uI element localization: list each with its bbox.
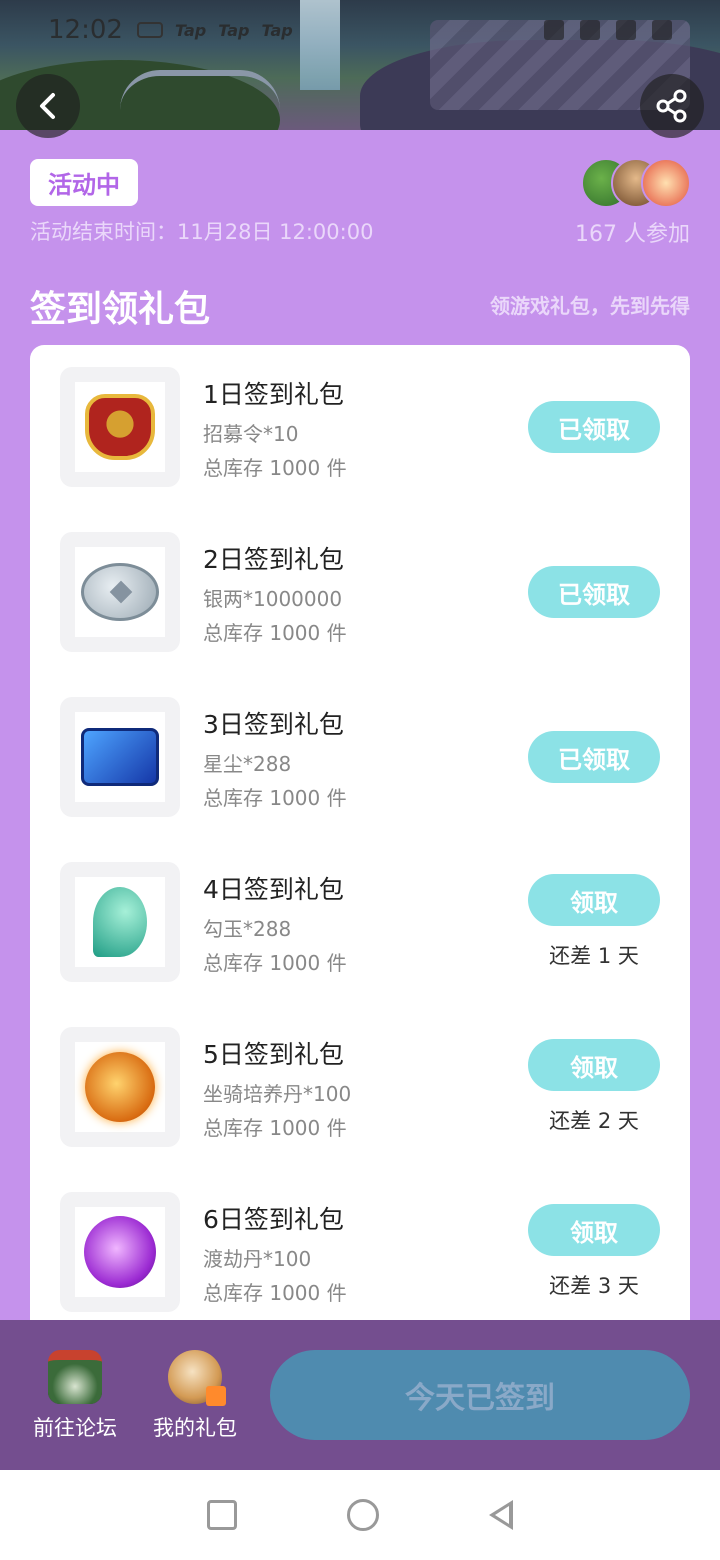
gift-list-card: 1日签到礼包 招募令*10 总库存 1000 件 已领取 2日签到礼包 银两*1… — [30, 345, 690, 1345]
forum-link[interactable]: 前往论坛 — [25, 1350, 125, 1442]
share-icon — [656, 89, 687, 123]
participant-avatars[interactable] — [581, 158, 691, 208]
gift-avatar-icon — [168, 1350, 226, 1406]
gift-item: 银两*1000000 — [203, 587, 343, 611]
section-subtitle: 领游戏礼包，先到先得 — [490, 294, 690, 318]
gift-thumbnail — [60, 367, 180, 487]
gift-title: 1日签到礼包 — [203, 380, 344, 409]
system-nav-bar — [0, 1470, 720, 1560]
gift-thumbnail — [60, 862, 180, 982]
claimed-button[interactable]: 已领取 — [528, 401, 660, 453]
my-gifts-label: 我的礼包 — [153, 1416, 237, 1440]
orb-icon — [85, 1052, 155, 1122]
gift-stock: 总库存 1000 件 — [203, 456, 347, 480]
gift-stock: 总库存 1000 件 — [203, 621, 347, 645]
claim-button[interactable]: 领取 — [528, 874, 660, 926]
gift-thumbnail — [60, 1192, 180, 1312]
wifi-icon — [616, 20, 636, 40]
gift-thumbnail — [60, 1027, 180, 1147]
avatar — [641, 158, 691, 208]
gamepad-icon — [136, 22, 163, 38]
jade-icon — [93, 887, 147, 957]
gift-thumbnail — [60, 532, 180, 652]
gift-item: 渡劫丹*100 — [203, 1247, 312, 1271]
gift-item: 星尘*288 — [203, 752, 292, 776]
days-remaining: 还差 1 天 — [549, 944, 639, 968]
share-button[interactable] — [640, 74, 704, 138]
signed-in-button[interactable]: 今天已签到 — [270, 1350, 690, 1440]
claim-button[interactable]: 领取 — [528, 1039, 660, 1091]
nav-back-icon[interactable] — [489, 1500, 513, 1530]
tap-notification: Tap — [174, 20, 207, 40]
gift-title: 6日签到礼包 — [203, 1205, 344, 1234]
bottom-action-bar: 前往论坛 我的礼包 今天已签到 — [0, 1320, 720, 1470]
status-bar: 12:02 Tap Tap Tap — [0, 0, 720, 60]
chest-icon — [81, 728, 159, 786]
gift-row: 6日签到礼包 渡劫丹*100 总库存 1000 件 领取 还差 3 天 — [30, 1170, 690, 1335]
participant-count: 167 人参加 — [575, 222, 690, 247]
banner-bridge — [120, 70, 280, 110]
section-title: 签到领礼包 — [30, 289, 211, 330]
end-time: 活动结束时间：11月28日 12:00:00 — [30, 220, 374, 244]
gift-item: 勾玉*288 — [203, 917, 292, 941]
gift-thumbnail — [60, 697, 180, 817]
my-gifts-link[interactable]: 我的礼包 — [145, 1350, 245, 1442]
gift-title: 5日签到礼包 — [203, 1040, 344, 1069]
purple-orb-icon — [84, 1216, 156, 1288]
recents-icon[interactable] — [207, 1500, 237, 1530]
gift-row: 3日签到礼包 星尘*288 总库存 1000 件 已领取 — [30, 675, 690, 840]
days-remaining: 还差 3 天 — [549, 1274, 639, 1298]
gift-row: 2日签到礼包 银两*1000000 总库存 1000 件 已领取 — [30, 510, 690, 675]
status-time: 12:02 — [48, 15, 123, 45]
gift-stock: 总库存 1000 件 — [203, 1281, 347, 1305]
gift-title: 4日签到礼包 — [203, 875, 344, 904]
token-icon — [85, 394, 155, 460]
claim-button[interactable]: 领取 — [528, 1204, 660, 1256]
gift-row: 1日签到礼包 招募令*10 总库存 1000 件 已领取 — [30, 345, 690, 510]
gift-title: 2日签到礼包 — [203, 545, 344, 574]
claimed-button[interactable]: 已领取 — [528, 566, 660, 618]
gift-item: 坐骑培养丹*100 — [203, 1082, 352, 1106]
gift-stock: 总库存 1000 件 — [203, 951, 347, 975]
signal-icon — [580, 20, 600, 40]
forum-label: 前往论坛 — [33, 1416, 117, 1440]
status-badge: 活动中 — [30, 159, 138, 206]
home-icon[interactable] — [347, 1499, 379, 1531]
gift-stock: 总库存 1000 件 — [203, 1116, 347, 1140]
tap-notification: Tap — [261, 20, 293, 40]
gift-stock: 总库存 1000 件 — [203, 786, 347, 810]
gift-row: 4日签到礼包 勾玉*288 总库存 1000 件 领取 还差 1 天 — [30, 840, 690, 1005]
days-remaining: 还差 2 天 — [549, 1109, 639, 1133]
back-button[interactable] — [16, 74, 80, 138]
gift-title: 3日签到礼包 — [203, 710, 344, 739]
claimed-button[interactable]: 已领取 — [528, 731, 660, 783]
battery-icon — [652, 20, 672, 40]
chevron-left-icon — [40, 93, 55, 119]
tap-notification: Tap — [218, 20, 250, 40]
alarm-icon — [544, 20, 564, 40]
forum-app-icon — [48, 1350, 102, 1404]
coin-icon — [81, 563, 159, 621]
gift-row: 5日签到礼包 坐骑培养丹*100 总库存 1000 件 领取 还差 2 天 — [30, 1005, 690, 1170]
status-icons — [544, 20, 672, 40]
gift-item: 招募令*10 — [203, 422, 299, 446]
